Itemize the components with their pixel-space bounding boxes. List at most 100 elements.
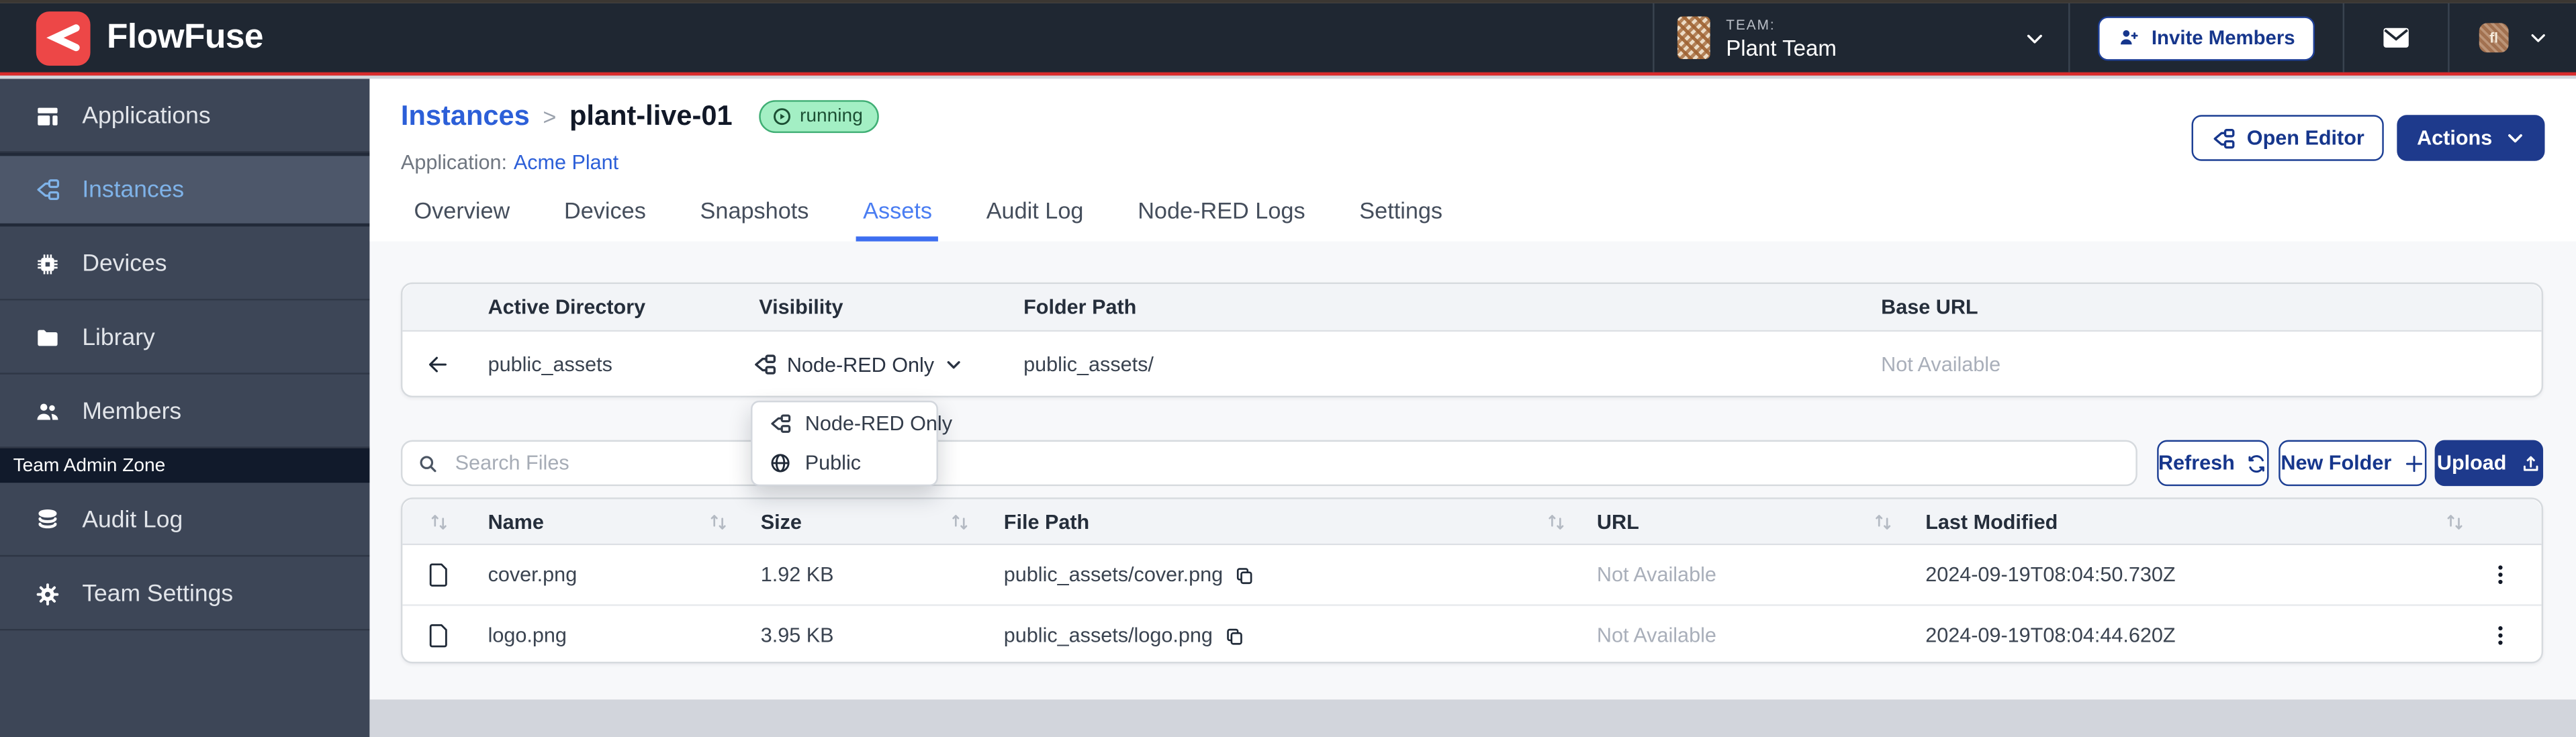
directory-name: public_assets [488,353,612,376]
sidebar-item-label: Instances [82,177,184,203]
open-editor-label: Open Editor [2247,126,2364,149]
active-directory-card: Active Directory Visibility Folder Path … [401,283,2543,397]
file-path-value: public_assets/logo.png [1004,624,1213,647]
search-icon [417,452,439,474]
team-selector[interactable]: TEAM: Plant Team [1654,3,2068,72]
search-input[interactable] [452,450,2121,476]
chevron-down-icon [2528,28,2548,48]
tab-snapshots[interactable]: Snapshots [700,197,809,242]
main-area: Instances > plant-live-01 running Applic… [369,79,2576,737]
page-header: Instances > plant-live-01 running Applic… [369,79,2576,241]
applications-icon [34,103,60,129]
dropdown-option-public[interactable]: Public [752,444,936,483]
sidebar-item-applications[interactable]: Applications [0,79,369,152]
sidebar-item-label: Members [82,398,181,424]
mail-icon [2382,26,2410,49]
node-red-icon [769,412,792,435]
tab-audit-log[interactable]: Audit Log [986,197,1084,242]
upload-label: Upload [2437,452,2507,475]
file-name: logo.png [488,624,567,647]
file-path-cell: public_assets/logo.png [1004,624,1246,647]
top-header: FlowFuse TEAM: Plant Team [0,3,2576,76]
kebab-menu-icon[interactable] [2489,562,2512,587]
kebab-menu-icon[interactable] [2489,623,2512,648]
refresh-label: Refresh [2158,452,2235,475]
arrow-left-icon[interactable] [426,352,451,377]
visibility-select[interactable]: Node-RED Only [752,352,962,377]
sidebar-item-library[interactable]: Library [0,301,369,375]
upload-button[interactable]: Upload [2435,440,2543,487]
sort-icon[interactable] [1546,511,1567,532]
file-path-cell: public_assets/cover.png [1004,563,1256,586]
sidebar-item-instances[interactable]: Instances [0,153,369,227]
breadcrumb-separator: > [543,103,556,130]
col-last-modified[interactable]: Last Modified [1925,510,2058,533]
play-circle-icon [772,107,791,126]
file-url: Not Available [1597,563,1716,586]
file-last-modified: 2024-09-19T08:04:50.730Z [1925,563,2175,586]
notifications-button[interactable] [2344,3,2448,72]
actions-button[interactable]: Actions [2397,115,2545,161]
database-icon [34,507,60,533]
node-red-icon [2211,126,2236,150]
sidebar-item-audit-log[interactable]: Audit Log [0,483,369,556]
tab-overview[interactable]: Overview [414,197,510,242]
tab-assets[interactable]: Assets [863,197,932,242]
user-menu[interactable]: fl [2450,3,2576,72]
col-name[interactable]: Name [488,510,544,533]
sort-icon[interactable] [2444,511,2466,532]
breadcrumb: Instances > plant-live-01 running [401,100,879,133]
col-size[interactable]: Size [761,510,802,533]
globe-icon [769,452,792,475]
upload-icon [2520,452,2541,474]
copy-icon[interactable] [1224,625,1246,646]
refresh-button[interactable]: Refresh [2157,440,2268,487]
tab-node-red-logs[interactable]: Node-RED Logs [1138,197,1305,242]
directory-row: public_assets Node-RED Only public_asset… [402,332,2541,397]
sidebar-item-members[interactable]: Members [0,375,369,448]
team-avatar [1677,16,1710,59]
refresh-icon [2246,452,2268,474]
chevron-down-icon [944,356,962,374]
sidebar-item-label: Applications [82,103,210,129]
table-row[interactable]: cover.png 1.92 KB public_assets/cover.pn… [402,545,2541,606]
search-files-box [401,440,2137,487]
node-red-icon [34,176,60,204]
footer-band [369,699,2576,737]
sort-icon[interactable] [1873,511,1894,532]
gear-icon [34,581,60,607]
sort-icon[interactable] [950,511,971,532]
team-admin-zone-label: Team Admin Zone [0,448,369,483]
open-editor-button[interactable]: Open Editor [2191,115,2385,161]
sidebar-item-devices[interactable]: Devices [0,227,369,301]
base-url-value: Not Available [1881,353,2000,376]
flowfuse-logo-icon [36,11,91,65]
application-label: Application: [401,151,507,174]
visibility-value: Node-RED Only [787,353,934,376]
file-last-modified: 2024-09-19T08:04:44.620Z [1925,624,2175,647]
dropdown-option-node-red-only[interactable]: Node-RED Only [752,404,936,444]
col-base-url: Base URL [1881,295,1978,318]
file-path-value: public_assets/cover.png [1004,563,1223,586]
sort-icon[interactable] [708,511,729,532]
col-file-path[interactable]: File Path [1004,510,1089,533]
chevron-down-icon [2505,128,2525,148]
users-icon [34,398,60,424]
flowfuse-logo[interactable]: FlowFuse [36,11,263,65]
sidebar-item-team-settings[interactable]: Team Settings [0,556,369,630]
folder-path-value: public_assets/ [1023,353,1154,376]
table-row[interactable]: logo.png 3.95 KB public_assets/logo.png … [402,606,2541,665]
col-url[interactable]: URL [1597,510,1639,533]
active-directory-header: Active Directory Visibility Folder Path … [402,284,2541,332]
status-badge-label: running [800,107,863,126]
team-label: TEAM: [1726,15,1837,32]
sort-icon[interactable] [429,511,451,532]
breadcrumb-instances-link[interactable]: Instances [401,100,530,133]
col-active-directory: Active Directory [488,295,646,318]
tab-settings[interactable]: Settings [1359,197,1442,242]
new-folder-button[interactable]: New Folder [2279,440,2426,487]
invite-members-button[interactable]: Invite Members [2097,15,2315,60]
copy-icon[interactable] [1234,564,1256,585]
application-link[interactable]: Acme Plant [514,151,618,174]
tab-devices[interactable]: Devices [564,197,646,242]
